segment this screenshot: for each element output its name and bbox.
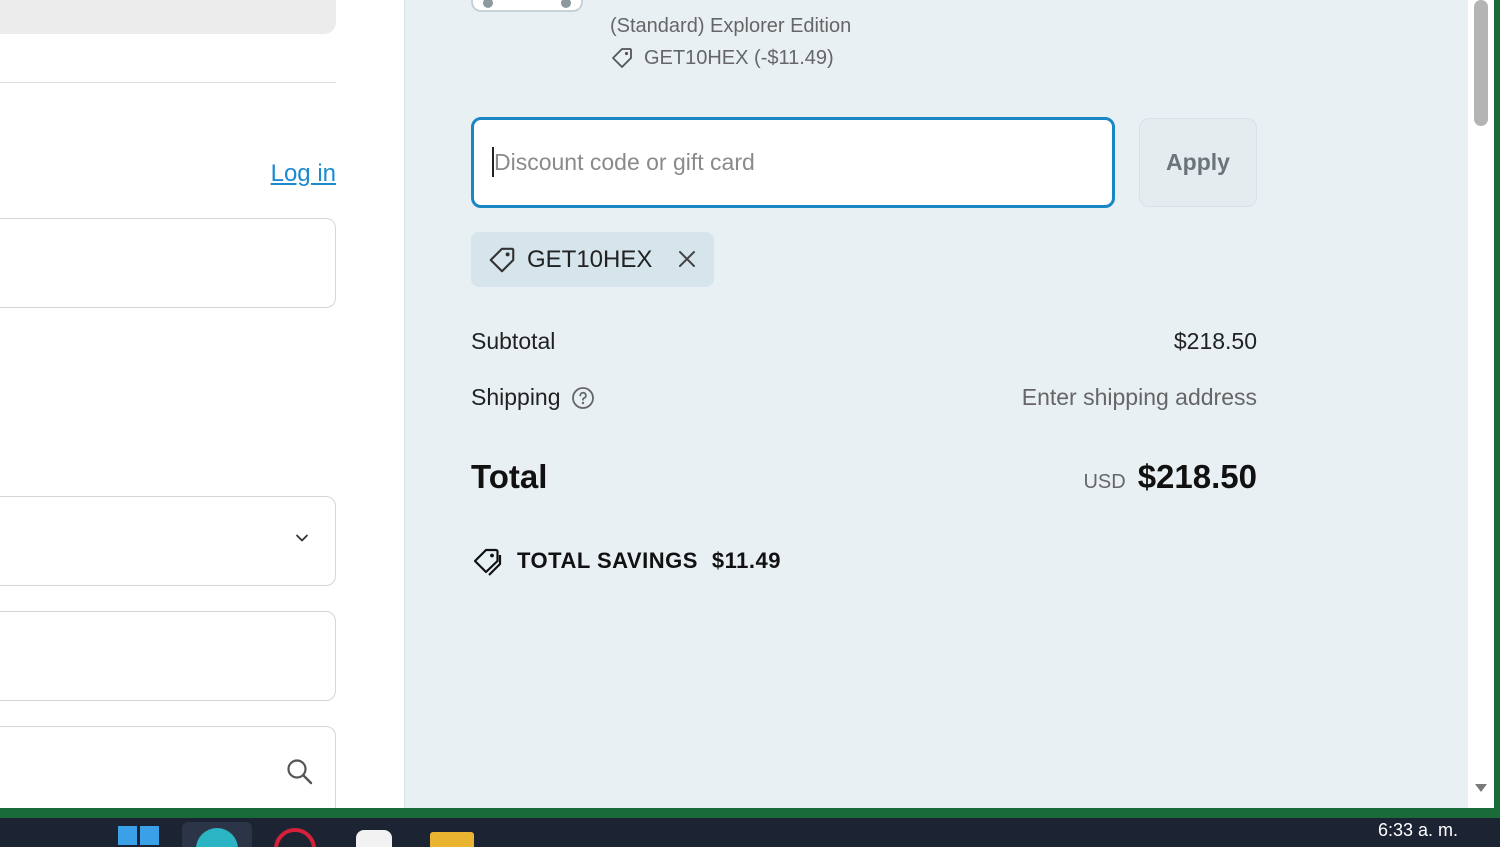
chevron-down-icon: [296, 534, 308, 542]
tag-icon: [612, 48, 632, 68]
scrollbar-thumb[interactable]: [1474, 0, 1488, 126]
window-edge: [1494, 0, 1500, 808]
section-divider: [0, 82, 336, 83]
windows-start-icon[interactable]: [118, 826, 160, 847]
email-field[interactable]: [0, 218, 336, 308]
name-field[interactable]: [0, 611, 336, 701]
item-edition: (Standard) Explorer Edition: [610, 15, 852, 37]
total-currency: USD: [1083, 471, 1126, 493]
shipping-value: Enter shipping address: [1021, 384, 1257, 410]
search-icon: [287, 759, 313, 785]
apply-button[interactable]: Apply: [1139, 118, 1257, 207]
total-savings: TOTAL SAVINGS $11.49: [471, 545, 781, 577]
app-icon[interactable]: [356, 830, 392, 847]
scroll-down-icon[interactable]: [1473, 780, 1489, 796]
applied-discount-chip: GET10HEX: [471, 232, 714, 287]
taskbar-clock[interactable]: 6:33 a. m.: [1378, 820, 1458, 841]
country-select[interactable]: [0, 496, 336, 586]
file-explorer-icon[interactable]: [430, 832, 474, 847]
browser-window: Log in (Standard) Explorer Edition GET10…: [0, 0, 1500, 808]
product-thumbnail: [471, 0, 583, 12]
order-summary: (Standard) Explorer Edition GET10HEX (-$…: [404, 0, 1468, 808]
total-value: $218.50: [1137, 458, 1257, 495]
item-discount-label: GET10HEX (-$11.49): [644, 46, 834, 69]
shipping-label-group: Shipping: [471, 384, 595, 411]
total-label: Total: [471, 458, 548, 495]
shipping-label: Shipping: [471, 384, 561, 410]
savings-label: TOTAL SAVINGS: [517, 548, 698, 573]
savings-tag-icon: [473, 548, 502, 576]
express-checkout-block: [0, 0, 336, 34]
taskbar: 6:33 a. m.: [0, 818, 1500, 847]
address-field[interactable]: [0, 726, 336, 808]
app-icon[interactable]: [274, 828, 316, 847]
total-row: Total USD $218.50: [471, 458, 1257, 496]
vertical-scrollbar[interactable]: [1468, 0, 1494, 808]
close-icon[interactable]: [674, 246, 700, 272]
applied-code-label: GET10HEX: [527, 245, 653, 273]
text-cursor: [492, 147, 494, 177]
item-discount: GET10HEX (-$11.49): [610, 46, 834, 70]
login-link[interactable]: Log in: [271, 160, 336, 188]
savings-value: $11.49: [711, 548, 781, 573]
checkout-form-column: Log in: [0, 0, 404, 808]
discount-code-input[interactable]: [471, 117, 1115, 208]
shipping-row: Shipping Enter shipping address: [471, 384, 1257, 411]
help-icon[interactable]: [571, 386, 595, 410]
subtotal-value: $218.50: [1173, 328, 1257, 354]
total-amount-group: USD $218.50: [1083, 458, 1257, 496]
tag-icon: [489, 247, 515, 272]
subtotal-label: Subtotal: [471, 328, 556, 354]
subtotal-row: Subtotal $218.50: [471, 328, 1257, 355]
